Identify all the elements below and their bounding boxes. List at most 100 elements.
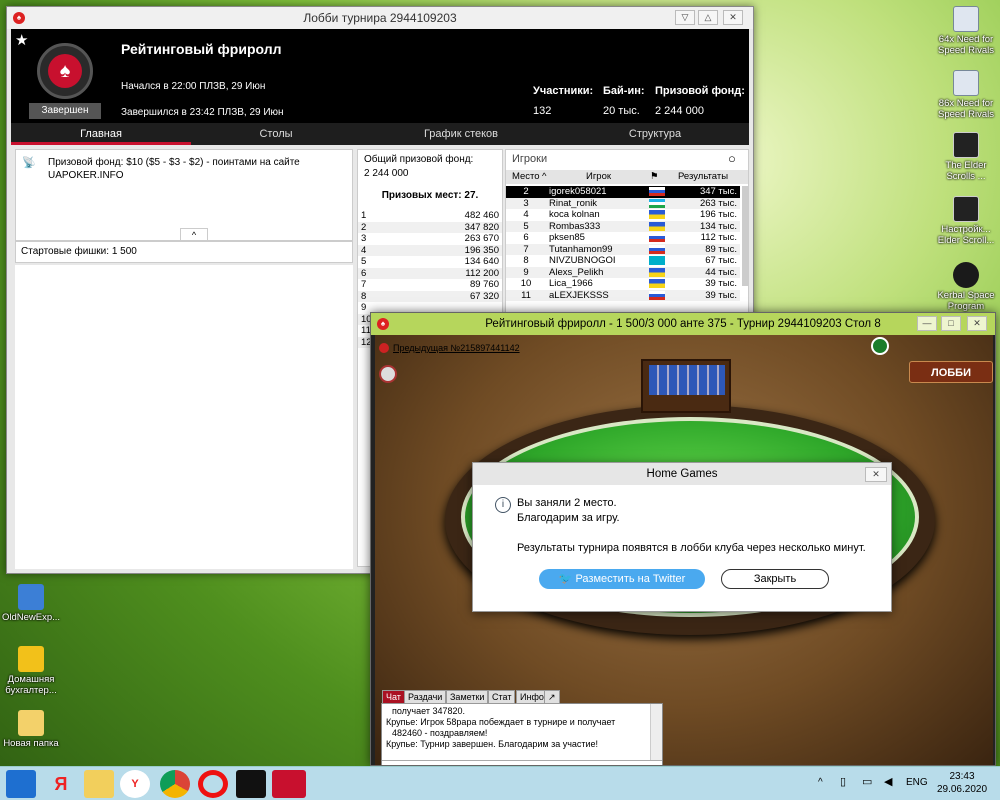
desktop-icon-label: Домашняя бухгалтер... <box>5 674 57 696</box>
clock[interactable]: 23:43 29.06.2020 <box>934 770 990 796</box>
shortcut-icon <box>18 584 44 610</box>
header-place[interactable]: Место <box>512 170 540 184</box>
lobby-tabs: Главная Столы График стеков Структура <box>11 123 749 145</box>
desktop-icon-oldnewexp[interactable]: OldNewExp... <box>0 584 62 623</box>
opera-icon[interactable] <box>198 770 228 798</box>
chat-tab[interactable]: Чат <box>382 690 405 704</box>
share-twitter-button[interactable]: 🐦 Разместить на Twitter <box>539 569 705 589</box>
chrome-icon[interactable] <box>160 770 190 798</box>
desktop-icon-accounting[interactable]: Домашняя бухгалтер... <box>0 646 62 696</box>
dropdown-icon[interactable]: ▽ <box>675 10 695 25</box>
payout-place: 7 <box>361 279 367 291</box>
chat-scrollbar[interactable] <box>650 704 662 760</box>
minimize-button[interactable]: — <box>917 316 937 331</box>
stats-tab[interactable]: Стат <box>488 690 516 704</box>
chip-stacks <box>649 365 725 395</box>
hands-tab[interactable]: Раздачи <box>404 690 447 704</box>
player-result: 196 тыс. <box>699 209 737 221</box>
network-icon[interactable]: ▯ <box>840 775 846 788</box>
desktop-icon-label: 64x Need for Speed Rivals <box>938 34 994 56</box>
table-title: Рейтинговый фриролл - 1 500/3 000 анте 3… <box>485 318 881 330</box>
player-row[interactable]: 10 Lica_1966 39 тыс. <box>506 278 740 290</box>
close-button[interactable]: ✕ <box>723 10 743 25</box>
collapse-chevron-icon[interactable]: ^ <box>180 228 208 240</box>
players-search-label[interactable]: Игроки <box>512 153 547 165</box>
table-titlebar[interactable]: ♠ Рейтинговый фриролл - 1 500/3 000 анте… <box>371 313 995 335</box>
player-row[interactable]: 9 Alexs_Pelikh 44 тыс. <box>506 266 740 278</box>
desktop-icon-new-folder[interactable]: Новая папка <box>0 710 62 749</box>
prizepool-label: Призовой фонд: <box>655 85 745 97</box>
minimize-button[interactable]: △ <box>698 10 718 25</box>
player-row[interactable]: 3 Rinat_ronik 263 тыс. <box>506 197 740 209</box>
flag-icon <box>649 279 665 289</box>
lobby-titlebar[interactable]: ♠ Лобби турнира 2944109203 ▽ △ ✕ <box>7 7 753 29</box>
lobby-button[interactable]: ЛОББИ <box>909 361 993 383</box>
target-icon[interactable] <box>379 365 397 383</box>
player-name: Rombas333 <box>549 220 601 232</box>
tab-stack-chart[interactable]: График стеков <box>361 123 561 145</box>
player-flag <box>646 244 678 256</box>
header-results[interactable]: Результаты <box>678 170 728 184</box>
settings-icon[interactable] <box>871 337 889 355</box>
payout-amount: 347 820 <box>464 221 499 233</box>
desktop-icon-elder-settings[interactable]: Настройк... Elder Scroll... <box>935 196 997 246</box>
payout-place: 6 <box>361 267 367 279</box>
tab-tables[interactable]: Столы <box>191 123 361 145</box>
sort-arrow-icon: ^ <box>542 171 547 182</box>
desktop-icon-nfs86[interactable]: 86x Need for Speed Rivals <box>935 70 997 120</box>
payout-place: 8 <box>361 290 367 302</box>
pokerstars-small-icon <box>379 343 389 353</box>
player-result: 263 тыс. <box>699 197 737 209</box>
player-name: Tutanhamon99 <box>549 243 613 255</box>
app-icon[interactable] <box>236 770 266 798</box>
tab-main[interactable]: Главная <box>11 123 191 145</box>
player-place: 3 <box>523 197 529 209</box>
payout-row: 6 112 200 <box>358 267 502 279</box>
dealer-tray <box>641 359 731 413</box>
flag-header-icon: ⚑ <box>650 171 659 182</box>
player-row[interactable]: 4 koca kolnan 196 тыс. <box>506 209 740 221</box>
tab-structure[interactable]: Структура <box>561 123 749 145</box>
close-button[interactable]: ✕ <box>967 316 987 331</box>
battery-icon[interactable]: ▭ <box>862 775 872 788</box>
file-explorer-icon[interactable] <box>84 770 114 798</box>
favorite-star-icon[interactable]: ★ <box>15 31 28 49</box>
player-row[interactable]: 7 Tutanhamon99 89 тыс. <box>506 243 740 256</box>
desktop-icon-nfs64[interactable]: 64x Need for Speed Rivals <box>935 6 997 56</box>
prev-hand-link[interactable]: Предыдущая №215897441142 <box>393 343 520 353</box>
notes-tab[interactable]: Заметки <box>446 690 489 704</box>
yandex-icon[interactable]: Я <box>46 770 76 798</box>
player-place: 7 <box>523 243 529 255</box>
player-place: 2 <box>523 186 529 198</box>
player-result: 39 тыс. <box>705 289 737 301</box>
volume-icon[interactable]: ◀ <box>884 775 892 788</box>
player-row[interactable]: 2 igorek058021 347 тыс. <box>506 186 740 198</box>
dialog-close-icon[interactable]: ✕ <box>865 467 887 482</box>
player-row[interactable]: 8 NIVZUBNOGOI 67 тыс. <box>506 255 740 267</box>
player-row[interactable]: 5 Rombas333 134 тыс. <box>506 220 740 232</box>
twitter-button-label: Разместить на Twitter <box>575 573 686 585</box>
player-row[interactable]: 6 pksen85 112 тыс. <box>506 232 740 244</box>
desktop-icon-elder-scrolls[interactable]: The Elder Scrolls ... <box>935 132 997 182</box>
close-dialog-button[interactable]: Закрыть <box>721 569 829 589</box>
prizepool-value: 2 244 000 <box>655 105 704 117</box>
lobby-blank-area <box>15 265 353 569</box>
desktop-icon-kerbal[interactable]: Kerbal Space Program <box>935 262 997 312</box>
players-scrollbar[interactable] <box>742 186 748 286</box>
popout-icon[interactable]: ↗ <box>544 690 560 704</box>
pokerstars-taskbar-icon[interactable] <box>272 770 306 798</box>
language-indicator[interactable]: ENG <box>906 777 928 788</box>
maximize-button[interactable]: □ <box>941 316 961 331</box>
yandex-browser-icon[interactable]: Y <box>120 770 150 798</box>
player-place: 11 <box>521 289 531 301</box>
player-flag <box>646 290 678 302</box>
flag-icon <box>649 244 665 254</box>
payout-amount: 196 350 <box>464 244 499 256</box>
player-result: 39 тыс. <box>705 278 737 290</box>
header-player[interactable]: Игрок <box>586 170 611 184</box>
tray-chevron-icon[interactable]: ^ <box>818 777 823 788</box>
search-icon[interactable]: ○ <box>728 151 736 166</box>
windows-start-icon[interactable] <box>6 770 36 798</box>
chat-input[interactable]: ☺ <box>382 760 662 765</box>
player-row[interactable]: 11 aLEXJEKSSS 39 тыс. <box>506 289 740 302</box>
